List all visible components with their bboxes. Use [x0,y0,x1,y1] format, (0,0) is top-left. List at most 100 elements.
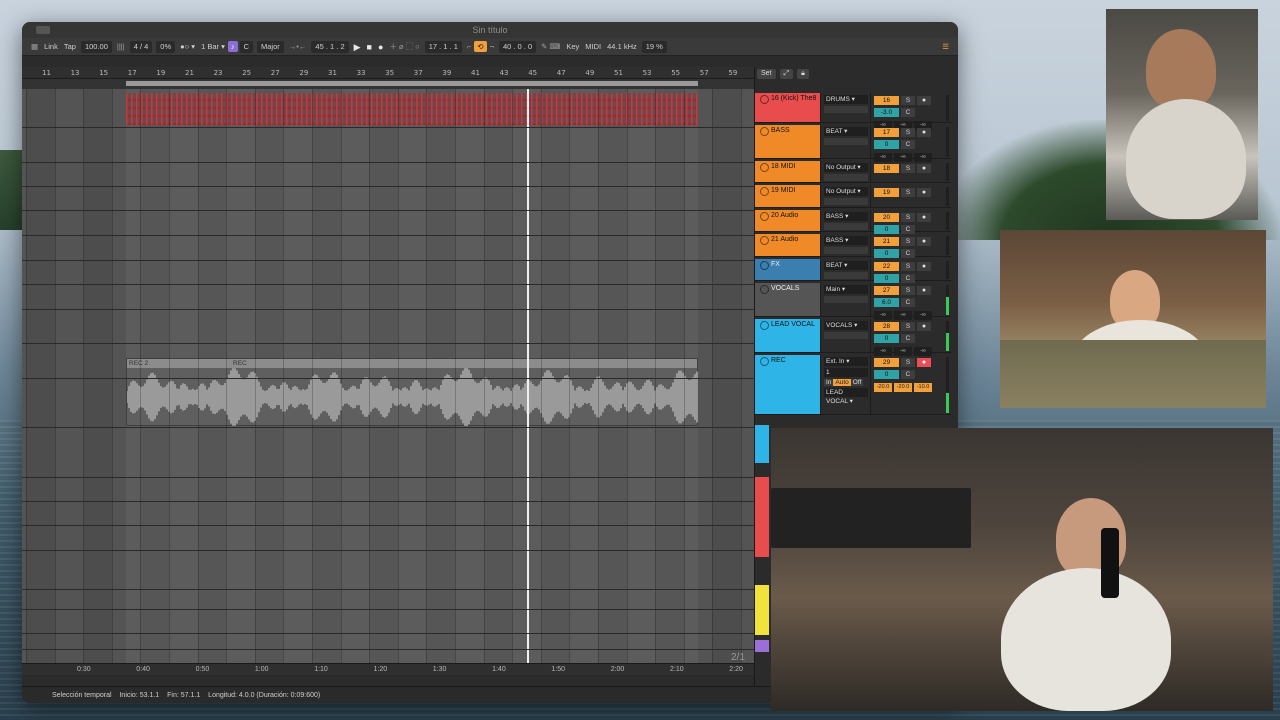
play-button[interactable]: ▶ [351,38,364,56]
key-map-button[interactable]: Key [563,38,582,56]
pan-knob[interactable]: C [901,334,915,343]
volume-field[interactable]: 6.0 [874,298,899,307]
track-activator[interactable]: 20 [874,213,899,222]
volume-field[interactable]: 0 [874,274,899,283]
volume-field[interactable]: 0 [874,249,899,258]
solo-button[interactable]: S [901,237,915,246]
mixer-track[interactable]: 21 Audio BASS ▾ 21 S ● 0 C [755,234,951,258]
track-color-stub[interactable] [755,640,769,652]
swing-field[interactable]: 0% [156,40,176,53]
solo-button[interactable]: S [901,262,915,271]
midi-map-button[interactable]: MIDI [582,38,604,56]
mixer-track[interactable]: BASS BEAT ▾ 17 S ● 0 C -∞ -∞ -∞ [755,125,951,162]
pan-knob[interactable]: C [901,249,915,258]
arm-button[interactable]: ● [917,96,931,105]
mixer-track[interactable]: 18 MIDI No Output ▾ 18 S ● [755,161,951,183]
pan-knob[interactable]: C [901,140,915,149]
output-routing-select[interactable]: DRUMS ▾ [824,95,868,104]
time-ruler[interactable]: 0:30 0:40 0:50 1:00 1:10 1:20 1:30 1:40 1:50 2:00… [22,663,754,675]
playhead[interactable] [527,89,529,663]
solo-button[interactable]: S [901,96,915,105]
set-button[interactable]: Set [757,69,776,79]
track-name[interactable]: BASS [755,125,821,158]
track-activator[interactable]: 18 [874,164,899,173]
stop-button[interactable]: ■ [364,38,375,56]
arm-button[interactable]: ● [917,164,931,173]
mixer-track[interactable]: LEAD VOCAL VOCALS ▾ 28 S ● 0 C -∞ -∞ -∞ [755,319,951,356]
midi-clip-drums[interactable] [126,93,698,125]
track-name[interactable]: 19 MIDI [755,185,821,207]
send-level-field[interactable]: -10.0 [914,383,932,392]
beat-ruler[interactable]: 11 13 15 17 19 21 23 25 27 29 31 33 35 37 39 41 43 45 47 49… [22,67,754,79]
solo-button[interactable]: S [901,322,915,331]
overdub-icon[interactable]: ＋ ⌀ ⬚ ○ [386,38,422,56]
input-routing-select[interactable]: LEAD VOCAL ▾ [824,388,868,405]
sub-routing-select[interactable] [824,332,868,339]
tempo-field[interactable]: 100.00 [80,40,112,53]
volume-field[interactable]: 0 [874,140,899,149]
draw-mode-icon[interactable]: ✎ ⌨ [538,38,563,56]
mixer-track[interactable]: 16 (Kick) The8 DRUMS ▾ 16 S ● -3.0 C -∞ -∞ -∞ [755,93,951,130]
loop-bar[interactable] [22,79,754,89]
output-routing-select[interactable]: BASS ▾ [824,236,868,245]
volume-field[interactable]: -3.0 [874,108,899,117]
punch-out-icon[interactable]: ¬ [487,38,497,56]
output-routing-select[interactable]: VOCALS ▾ [824,321,868,330]
track-name[interactable]: 21 Audio [755,234,821,256]
sub-routing-select[interactable] [824,106,868,113]
audio-clip-header[interactable]: REC 2 REC [127,359,697,368]
key-root-select[interactable]: C [239,40,254,53]
track-color-stub[interactable] [755,585,769,635]
track-activator[interactable]: 29 [874,358,899,367]
track-name[interactable]: REC [755,355,821,414]
sub-routing-select[interactable] [824,138,868,145]
track-activator[interactable]: 28 [874,322,899,331]
metronome-button[interactable]: ●○ ▾ [177,38,198,56]
song-position-field[interactable]: 45 . 1 . 2 [311,40,349,53]
window-controls[interactable] [36,26,50,34]
input-channel-select[interactable]: 1 [824,368,868,377]
output-routing-select[interactable]: No Output ▾ [824,187,868,196]
volume-field[interactable]: 0 [874,370,899,379]
loop-start-field[interactable]: 17 . 1 . 1 [424,40,462,53]
sub-routing-select[interactable] [824,198,868,205]
lock-icon[interactable]: 🔒︎ [797,69,809,79]
pan-knob[interactable]: C [901,225,915,234]
arm-button[interactable]: ● [917,188,931,197]
track-name[interactable]: FX [755,259,821,280]
mixer-track[interactable]: VOCALS Main ▾ 27 S ● 6.0 C -∞ -∞ -∞ [755,283,951,320]
menu-icon[interactable]: ☰ [939,38,952,56]
grid-icon[interactable]: ▦ [28,38,41,56]
monitor-option[interactable]: Auto [833,379,851,386]
track-activator[interactable]: 16 [874,96,899,105]
loop-brace[interactable] [126,81,698,86]
audio-clip-rec[interactable]: REC 2 REC [126,358,698,426]
track-name[interactable]: 16 (Kick) The8 [755,93,821,122]
track-activator[interactable]: 17 [874,128,899,137]
send-level-field[interactable]: -20.0 [894,383,912,392]
track-activator[interactable]: 22 [874,262,899,271]
arm-button[interactable]: ● [917,237,931,246]
time-signature-field[interactable]: 4 / 4 [129,40,153,53]
output-routing-select[interactable]: BEAT ▾ [824,127,868,136]
arm-button[interactable]: ● [917,128,931,137]
monitor-option[interactable]: Off [850,379,864,386]
sub-routing-select[interactable] [824,223,868,230]
mixer-track[interactable]: FX BEAT ▾ 22 S ● 0 C [755,259,951,283]
mixer-track[interactable]: REC Ext. In ▾ 1 In Auto Off LEAD VOCAL ▾ 29 S ● 0 C… [755,355,951,415]
arm-button[interactable]: ● [917,213,931,222]
solo-button[interactable]: S [901,286,915,295]
follow-icon[interactable]: →•← [286,38,310,56]
solo-button[interactable]: S [901,358,915,367]
track-color-stub[interactable] [755,477,769,557]
punch-in-icon[interactable]: ⌐ [464,38,474,56]
track-activator[interactable]: 21 [874,237,899,246]
output-routing-select[interactable]: Ext. In ▾ [824,357,868,366]
arm-button[interactable]: ● [917,322,931,331]
monitor-option[interactable]: In [824,379,834,386]
expand-icon[interactable]: ⤢ [779,69,794,79]
arm-button[interactable]: ● [917,286,931,295]
output-routing-select[interactable]: BEAT ▾ [824,261,868,270]
link-button[interactable]: Link [41,38,61,56]
output-routing-select[interactable]: Main ▾ [824,285,868,294]
